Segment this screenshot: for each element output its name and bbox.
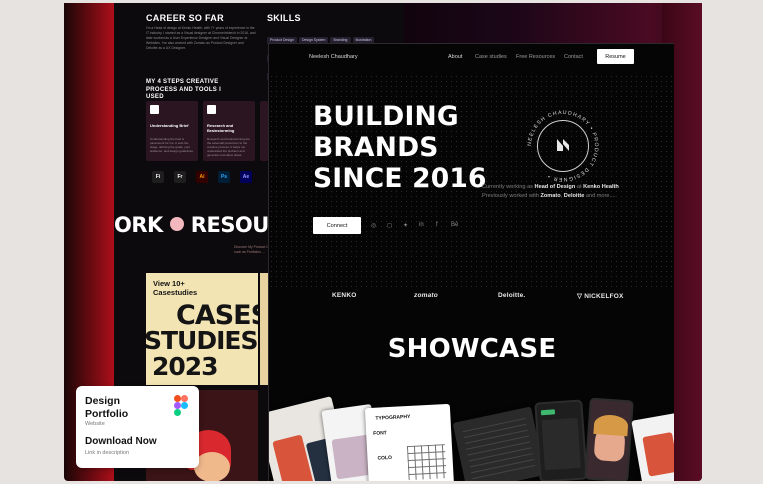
card-subtitle: Website (85, 421, 105, 427)
illustrator-tool-icon: Ai (196, 171, 208, 183)
step-card: Research and Brainstorming Research and … (203, 101, 255, 161)
nav-about[interactable]: About (448, 54, 462, 60)
nav-case-studies[interactable]: Case studies (475, 54, 507, 60)
case-studies-book-cover[interactable]: View 10+Casestudies CASES STUDIES 2023 (146, 273, 258, 385)
book-line-2: STUDIES (146, 326, 258, 355)
showcase-title: SHOWCASE (387, 334, 557, 364)
hero-heading: BUILDING BRANDS SINCE 2016 (313, 101, 487, 194)
n-monogram-icon (557, 139, 569, 151)
current-role-text: Currently working as Head of Design at K… (482, 184, 619, 199)
hero-line-1: BUILDING (313, 101, 459, 132)
linkedin-icon[interactable]: in (419, 222, 424, 228)
showcase-shot-edge (631, 412, 674, 481)
hero-line-3: SINCE 2016 (313, 163, 487, 194)
twitter-icon[interactable]: ✦ (403, 222, 408, 229)
step-icon (207, 105, 216, 114)
nav-free-resources[interactable]: Free Resources (516, 54, 555, 60)
nav-contact[interactable]: Contact (564, 54, 583, 60)
career-text: I'm a Head of design at Kenko Health, wi… (146, 26, 256, 50)
dribbble-icon[interactable]: ◎ (371, 222, 376, 229)
framer-tool-icon: Fr (174, 171, 186, 183)
character-face (194, 452, 230, 481)
showcase-shot-dark-dashboard (452, 406, 546, 481)
marquee-left-text: ORK (114, 213, 163, 237)
book-line-3: 2023 (152, 352, 219, 381)
nickelfox-logo: ▽ NICKELFOX (577, 293, 624, 300)
download-card[interactable]: Design Portfolio Website Download Now Li… (76, 386, 199, 468)
font-label: FONT (373, 430, 387, 437)
photoshop-tool-icon: Ps (218, 171, 230, 183)
card-title: Design Portfolio (85, 395, 129, 420)
step-text: Research and brainstorming are the essen… (207, 137, 250, 157)
deloitte-logo: Deloitte. (498, 292, 526, 299)
kenko-logo: KENKO (332, 292, 357, 299)
showcase-phone-video-call (584, 397, 634, 481)
book-view-label: View 10+ Casestudies (153, 279, 198, 297)
typography-label: TYPOGRAPHY (375, 413, 411, 422)
resume-button[interactable]: Resume (597, 49, 634, 64)
connect-button[interactable]: Connect (313, 217, 361, 234)
flower-icon (169, 217, 184, 231)
step-title: Research and Brainstorming (207, 123, 235, 133)
link-in-description-label: Link in description (85, 450, 130, 456)
step-card-partial (260, 101, 268, 161)
skills-title: SKILLS (267, 13, 301, 23)
color-label: COLO (377, 454, 393, 462)
showcase-shot-typography: TYPOGRAPHY FONT COLO (364, 403, 455, 481)
steps-title: MY 4 STEPS CREATIVE PROCESS AND TOOLS I … (146, 79, 222, 100)
step-icon (150, 105, 159, 114)
career-title: CAREER SO FAR (146, 13, 224, 23)
figma-icon (174, 395, 188, 416)
after-effects-tool-icon: Ae (240, 171, 252, 183)
zomato-logo: zomato (414, 292, 438, 299)
facebook-icon[interactable]: f (436, 222, 438, 228)
instagram-icon[interactable]: ◻ (387, 222, 392, 229)
hero-line-2: BRANDS (313, 132, 439, 163)
figma-tool-icon: Fi (152, 171, 164, 183)
step-card: Understanding Brief Understanding the br… (146, 101, 198, 161)
behance-icon[interactable]: Bē (451, 222, 458, 228)
step-title: Understanding Brief (150, 123, 189, 128)
download-now-label[interactable]: Download Now (85, 436, 157, 447)
brand-name[interactable]: Neelesh Chaudhary (309, 54, 358, 60)
showcase-phone-1 (534, 399, 588, 481)
designer-badge: NEELESH CHAUDHARY • PRODUCT DESIGNER • (523, 106, 603, 186)
portfolio-home-page: Neelesh Chaudhary About Case studies Fre… (268, 43, 674, 481)
step-text: Understanding the brief is paramount for… (150, 137, 194, 153)
